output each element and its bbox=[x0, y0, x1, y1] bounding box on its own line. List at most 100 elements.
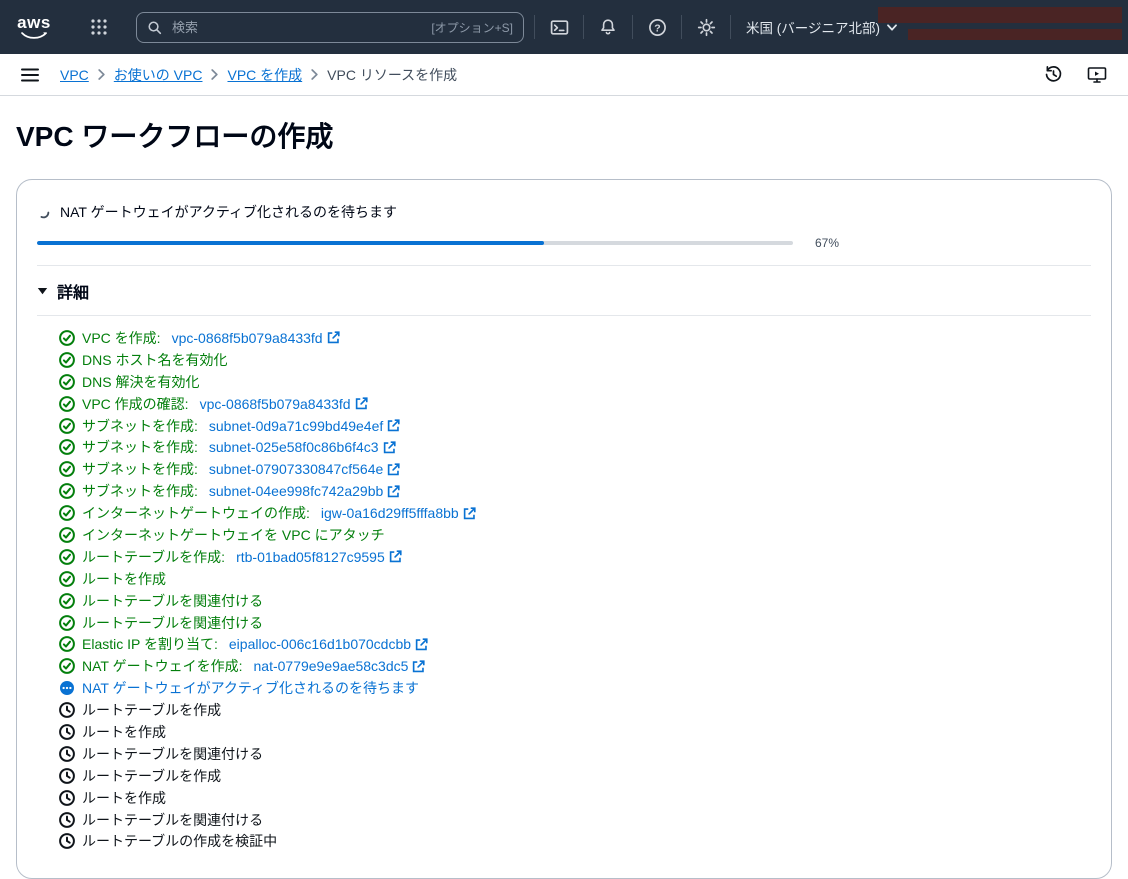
step-row: ルートを作成 bbox=[59, 787, 1091, 809]
workflow-status-row: NAT ゲートウェイがアクティブ化されるのを待ちます bbox=[37, 202, 1091, 222]
resource-link[interactable]: subnet-04ee998fc742a29bb bbox=[209, 483, 400, 499]
step-label: VPC を作成: bbox=[82, 328, 161, 348]
step-label: ルートテーブルを作成: bbox=[82, 547, 225, 567]
success-status-icon bbox=[59, 418, 75, 434]
help-button[interactable]: ? bbox=[636, 7, 678, 47]
step-label: DNS ホスト名を有効化 bbox=[82, 350, 227, 370]
resource-link[interactable]: subnet-025e58f0c86b6f4c3 bbox=[209, 439, 396, 455]
success-status-icon bbox=[59, 374, 75, 390]
aws-logo[interactable]: aws bbox=[14, 15, 54, 39]
pending-status-icon bbox=[59, 702, 75, 718]
external-link-icon bbox=[412, 660, 425, 673]
step-label: ルートを作成 bbox=[82, 569, 166, 589]
pending-status-icon bbox=[59, 746, 75, 762]
breadcrumb: VPC お使いの VPC VPC を作成 VPC リソースを作成 bbox=[60, 65, 457, 85]
step-label: DNS 解決を有効化 bbox=[82, 372, 199, 392]
step-row: NAT ゲートウェイがアクティブ化されるのを待ちます bbox=[59, 677, 1091, 699]
step-row: DNS 解決を有効化 bbox=[59, 371, 1091, 393]
step-label: ルートテーブルを関連付ける bbox=[82, 591, 263, 611]
gear-icon bbox=[697, 18, 716, 37]
progress-percentage: 67% bbox=[815, 236, 839, 250]
step-row: サブネットを作成:subnet-025e58f0c86b6f4c3 bbox=[59, 436, 1091, 458]
step-label: NAT ゲートウェイを作成: bbox=[82, 656, 243, 676]
resource-link[interactable]: subnet-0d9a71c99bd49e4ef bbox=[209, 418, 400, 434]
step-row: サブネットを作成:subnet-0d9a71c99bd49e4ef bbox=[59, 415, 1091, 437]
in-progress-status-icon bbox=[59, 680, 75, 696]
step-label: ルートテーブルを作成 bbox=[82, 766, 221, 786]
step-row: ルートテーブルを関連付ける bbox=[59, 590, 1091, 612]
success-status-icon bbox=[59, 615, 75, 631]
cloudshell-button[interactable] bbox=[538, 7, 580, 47]
success-status-icon bbox=[59, 352, 75, 368]
resource-id: vpc-0868f5b079a8433fd bbox=[200, 396, 351, 412]
search-icon bbox=[147, 20, 162, 35]
separator bbox=[730, 15, 731, 39]
step-row: ルートテーブルを関連付ける bbox=[59, 743, 1091, 765]
step-label: NAT ゲートウェイがアクティブ化されるのを待ちます bbox=[82, 678, 419, 698]
step-row: ルートテーブルを作成 bbox=[59, 765, 1091, 787]
external-link-icon bbox=[327, 331, 340, 344]
resource-id: subnet-025e58f0c86b6f4c3 bbox=[209, 439, 379, 455]
success-status-icon bbox=[59, 571, 75, 587]
step-row: ルートを作成 bbox=[59, 568, 1091, 590]
help-icon: ? bbox=[648, 18, 667, 37]
breadcrumb-link-vpc[interactable]: VPC bbox=[60, 67, 89, 83]
resource-id: subnet-07907330847cf564e bbox=[209, 461, 383, 477]
redacted-account-id bbox=[908, 29, 1122, 40]
resource-link[interactable]: igw-0a16d29ff5fffa8bb bbox=[321, 505, 476, 521]
step-row: ルートを作成 bbox=[59, 721, 1091, 743]
step-row: サブネットを作成: subnet-07907330847cf564e bbox=[59, 458, 1091, 480]
apps-grid-button[interactable] bbox=[78, 7, 120, 47]
resource-link[interactable]: nat-0779e9e9ae58c3dc5 bbox=[254, 658, 426, 674]
step-label: ルートテーブルの作成を検証中 bbox=[82, 831, 277, 851]
resource-link[interactable]: eipalloc-006c16d1b070cdcbb bbox=[229, 636, 428, 652]
hamburger-icon bbox=[21, 68, 39, 82]
step-label: サブネットを作成: bbox=[82, 459, 198, 479]
step-row: ルートテーブルを関連付ける bbox=[59, 612, 1091, 634]
breadcrumb-link-create-vpc[interactable]: VPC を作成 bbox=[227, 65, 302, 85]
account-menu-redacted[interactable] bbox=[878, 7, 1122, 40]
details-title: 詳細 bbox=[57, 279, 89, 303]
resource-link[interactable]: vpc-0868f5b079a8433fd bbox=[200, 396, 368, 412]
separator bbox=[583, 15, 584, 39]
external-link-icon bbox=[383, 441, 396, 454]
settings-button[interactable] bbox=[685, 7, 727, 47]
step-label: ルートテーブルを関連付ける bbox=[82, 744, 263, 764]
resource-link[interactable]: rtb-01bad05f8127c9595 bbox=[236, 549, 402, 565]
notifications-button[interactable] bbox=[587, 7, 629, 47]
search-input[interactable] bbox=[170, 19, 431, 36]
external-link-icon bbox=[387, 463, 400, 476]
success-status-icon bbox=[59, 330, 75, 346]
external-link-icon bbox=[415, 638, 428, 651]
resource-id: subnet-0d9a71c99bd49e4ef bbox=[209, 418, 383, 434]
redacted-account-name bbox=[878, 7, 1122, 23]
top-navigation-bar: aws [オプション+S] bbox=[0, 0, 1128, 54]
step-row: サブネットを作成: subnet-04ee998fc742a29bb bbox=[59, 480, 1091, 502]
search-box[interactable]: [オプション+S] bbox=[136, 12, 524, 43]
steps-list: VPC を作成: vpc-0868f5b079a8433fd DNS ホスト名を有効… bbox=[37, 327, 1091, 852]
resource-link[interactable]: subnet-07907330847cf564e bbox=[209, 461, 400, 477]
step-label: Elastic IP を割り当て: bbox=[82, 634, 218, 654]
breadcrumb-link-your-vpcs[interactable]: お使いの VPC bbox=[114, 65, 203, 85]
separator bbox=[681, 15, 682, 39]
success-status-icon bbox=[59, 658, 75, 674]
resource-id: nat-0779e9e9ae58c3dc5 bbox=[254, 658, 409, 674]
success-status-icon bbox=[59, 527, 75, 543]
success-status-icon bbox=[59, 483, 75, 499]
success-status-icon bbox=[59, 636, 75, 652]
side-navigation-toggle[interactable] bbox=[16, 61, 44, 89]
tutorials-button[interactable] bbox=[1082, 60, 1112, 90]
external-link-icon bbox=[389, 550, 402, 563]
progress-row: 67% bbox=[37, 236, 1091, 250]
resource-id: vpc-0868f5b079a8433fd bbox=[172, 330, 323, 346]
history-button[interactable] bbox=[1038, 60, 1068, 90]
resource-link[interactable]: vpc-0868f5b079a8433fd bbox=[172, 330, 340, 346]
divider bbox=[37, 315, 1091, 316]
step-label: ルートテーブルを関連付ける bbox=[82, 613, 263, 633]
success-status-icon bbox=[59, 439, 75, 455]
clock-history-icon bbox=[1044, 65, 1063, 84]
breadcrumb-current: VPC リソースを作成 bbox=[327, 65, 457, 85]
success-status-icon bbox=[59, 505, 75, 521]
step-label: サブネットを作成: bbox=[82, 481, 198, 501]
details-expandable-header[interactable]: 詳細 bbox=[37, 279, 89, 303]
